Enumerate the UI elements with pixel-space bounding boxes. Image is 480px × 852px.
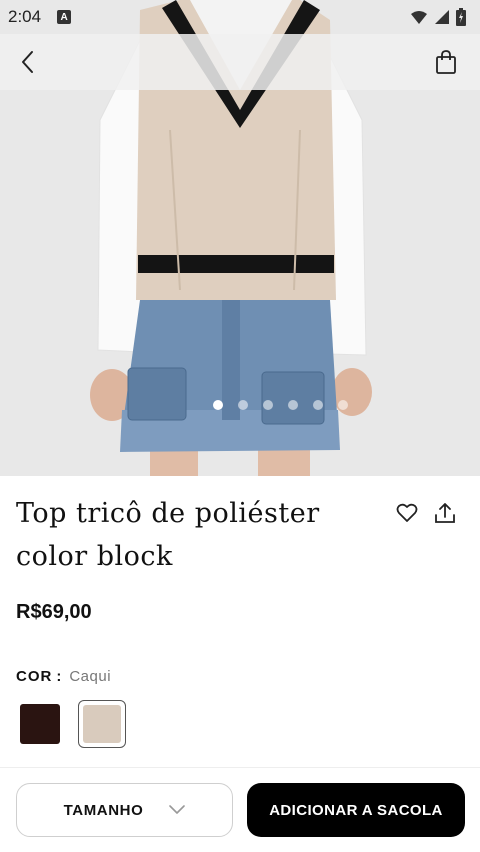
chevron-left-icon — [22, 51, 33, 73]
color-swatch-black[interactable] — [16, 700, 64, 748]
carousel-dot[interactable] — [262, 400, 273, 410]
product-title: Top tricô de poliéster color block — [16, 498, 320, 572]
carousel-dot[interactable] — [312, 400, 323, 410]
a-icon: A — [57, 10, 72, 24]
shopping-bag-button[interactable] — [430, 46, 462, 78]
add-to-bag-button[interactable]: ADICIONAR A SACOLA — [247, 783, 465, 837]
battery-icon — [456, 8, 466, 26]
swatch-chip — [83, 705, 121, 743]
carousel-dots — [0, 400, 480, 410]
swatch-chip — [20, 704, 60, 744]
product-price: R$69,00 — [16, 601, 92, 623]
size-button-label: TAMANHO — [63, 801, 144, 819]
back-button[interactable] — [12, 46, 44, 78]
color-selector-header: COR : Caqui — [16, 668, 111, 685]
carousel-dot[interactable] — [212, 400, 223, 410]
color-label: COR — [16, 668, 53, 685]
signal-icon — [435, 10, 449, 24]
color-selected-value: Caqui — [69, 668, 112, 685]
shopping-bag-icon — [436, 50, 456, 74]
carousel-dot[interactable] — [237, 400, 248, 410]
divider — [0, 767, 480, 768]
top-nav — [0, 34, 480, 90]
color-swatch-caqui[interactable] — [78, 700, 126, 748]
share-button[interactable] — [432, 500, 458, 526]
share-icon — [435, 503, 455, 523]
wishlist-button[interactable] — [394, 500, 420, 526]
heart-icon — [396, 503, 418, 522]
color-separator: : — [56, 668, 62, 685]
status-icons — [410, 8, 466, 26]
add-to-bag-label: ADICIONAR A SACOLA — [269, 801, 443, 819]
chevron-down-icon — [169, 805, 186, 815]
status-bar: 2:04 A — [0, 0, 480, 34]
status-time: 2:04 — [8, 7, 42, 26]
carousel-dot[interactable] — [287, 400, 298, 410]
carousel-dot[interactable] — [337, 400, 348, 410]
size-selector-button[interactable]: TAMANHO — [16, 783, 233, 837]
wifi-icon — [411, 11, 427, 24]
